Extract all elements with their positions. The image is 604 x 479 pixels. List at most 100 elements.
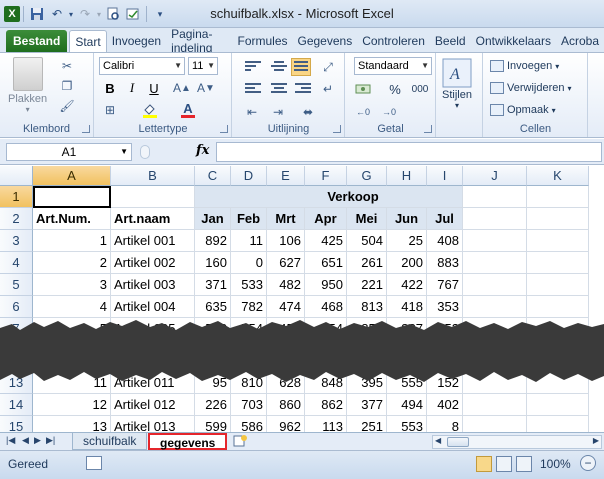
data-cell[interactable]: 402 [427, 394, 463, 416]
data-cell[interactable]: 418 [387, 296, 427, 318]
tab-insert[interactable]: Invoegen [107, 30, 166, 52]
row-header-5[interactable]: 5 [0, 274, 33, 296]
data-cell[interactable]: Artikel 012 [111, 394, 195, 416]
data-cell[interactable]: 892 [195, 230, 231, 252]
tab-formulas[interactable]: Formules [232, 30, 292, 52]
italic-button[interactable]: I [123, 79, 141, 97]
borders-icon[interactable]: ⊞ [101, 101, 119, 119]
tab-review[interactable]: Controleren [357, 30, 430, 52]
data-cell-blank-j[interactable] [463, 394, 527, 416]
format-cells-button[interactable]: Opmaak ▾ [490, 101, 556, 119]
row-header-6[interactable]: 6 [0, 296, 33, 318]
row-header-15[interactable]: 15 [0, 416, 33, 432]
cell-r1-j[interactable] [463, 186, 527, 208]
horizontal-scrollbar[interactable]: ◀ ▶ [432, 435, 602, 449]
grow-font-icon[interactable]: A ▲ [173, 79, 191, 97]
data-cell[interactable]: 860 [267, 394, 305, 416]
data-cell[interactable]: 0 [231, 252, 267, 274]
header-cell-mei[interactable]: Mei [347, 208, 387, 230]
column-header-e[interactable]: E [267, 166, 305, 186]
data-cell-blank-j[interactable] [463, 416, 527, 432]
cell-r2-k[interactable] [527, 208, 589, 230]
scroll-left-icon[interactable]: ◀ [435, 436, 441, 445]
data-cell[interactable]: 962 [267, 416, 305, 432]
data-cell[interactable]: 553 [387, 416, 427, 432]
row-header-14[interactable]: 14 [0, 394, 33, 416]
formula-input[interactable] [216, 142, 602, 162]
font-name-select[interactable]: Calibri ▼ [99, 57, 185, 75]
macro-record-icon[interactable] [86, 456, 102, 470]
align-center-icon[interactable] [271, 83, 287, 95]
header-cell-jul[interactable]: Jul [427, 208, 463, 230]
cell-b1[interactable] [111, 186, 195, 208]
data-cell[interactable]: 1 [33, 230, 111, 252]
number-launcher-icon[interactable] [424, 125, 432, 133]
fill-color-icon[interactable] [141, 101, 159, 119]
page-layout-view-icon[interactable] [496, 456, 512, 472]
header-cell-jun[interactable]: Jun [387, 208, 427, 230]
zoom-out-button[interactable]: − [580, 455, 596, 471]
data-cell[interactable]: 160 [195, 252, 231, 274]
insert-function-button[interactable]: fx [196, 143, 209, 158]
data-cell[interactable]: 371 [195, 274, 231, 296]
merge-center-icon[interactable]: ⬌ [299, 103, 317, 121]
insert-cells-button[interactable]: Invoegen ▾ [490, 57, 559, 75]
zoom-level[interactable]: 100% [540, 457, 571, 471]
wrap-text-icon[interactable]: ↵ [319, 80, 337, 98]
select-all-button[interactable] [0, 166, 33, 186]
previous-sheet-icon[interactable]: ◀ [22, 435, 29, 446]
orientation-icon[interactable]: ⤢ [319, 58, 337, 76]
data-cell[interactable]: 883 [427, 252, 463, 274]
data-cell[interactable]: 2 [33, 252, 111, 274]
tab-developer[interactable]: Ontwikkelaars [471, 30, 556, 52]
alignment-launcher-icon[interactable] [333, 125, 341, 133]
thousands-separator-button[interactable]: 000 [408, 80, 432, 98]
underline-button[interactable]: U [145, 79, 163, 97]
format-painter-icon[interactable]: 🖌 [58, 97, 76, 115]
data-cell[interactable]: 113 [305, 416, 347, 432]
tab-data[interactable]: Gegevens [293, 30, 358, 52]
font-launcher-icon[interactable] [220, 125, 228, 133]
header-cell-artnum[interactable]: Art.Num. [33, 208, 111, 230]
align-bottom-icon[interactable] [291, 58, 311, 76]
cut-icon[interactable]: ✂ [58, 57, 76, 75]
data-cell[interactable]: 422 [387, 274, 427, 296]
data-cell[interactable]: 11 [231, 230, 267, 252]
data-cell[interactable]: 408 [427, 230, 463, 252]
tab-page-layout[interactable]: Pagina-indeling [166, 27, 232, 55]
row-header-4[interactable]: 4 [0, 252, 33, 274]
data-cell[interactable]: 261 [347, 252, 387, 274]
data-cell-blank-j[interactable] [463, 252, 527, 274]
column-header-k[interactable]: K [527, 166, 589, 186]
data-cell[interactable]: 494 [387, 394, 427, 416]
sheet-tab-schuifbalk[interactable]: schuifbalk [72, 433, 148, 450]
column-header-g[interactable]: G [347, 166, 387, 186]
header-cell-jan[interactable]: Jan [195, 208, 231, 230]
header-cell-mrt[interactable]: Mrt [267, 208, 305, 230]
column-header-i[interactable]: I [427, 166, 463, 186]
data-cell[interactable]: 251 [347, 416, 387, 432]
data-cell[interactable]: Artikel 003 [111, 274, 195, 296]
data-cell[interactable]: 782 [231, 296, 267, 318]
row-header-2[interactable]: 2 [0, 208, 33, 230]
data-cell[interactable]: 226 [195, 394, 231, 416]
column-header-d[interactable]: D [231, 166, 267, 186]
data-cell[interactable]: Artikel 004 [111, 296, 195, 318]
column-header-a[interactable]: A [33, 166, 111, 186]
data-cell[interactable]: 4 [33, 296, 111, 318]
data-cell[interactable]: 425 [305, 230, 347, 252]
copy-icon[interactable]: ❐ [58, 77, 76, 95]
data-cell-blank-j[interactable] [463, 230, 527, 252]
tab-view[interactable]: Beeld [430, 30, 471, 52]
data-cell[interactable]: 482 [267, 274, 305, 296]
sheet-tab-gegevens[interactable]: gegevens [148, 433, 228, 450]
data-cell[interactable]: 767 [427, 274, 463, 296]
data-cell[interactable]: 13 [33, 416, 111, 432]
tab-home[interactable]: Start [69, 30, 107, 52]
font-size-select[interactable]: 11 ▼ [188, 57, 218, 75]
data-cell[interactable]: 586 [231, 416, 267, 432]
percent-button[interactable]: % [386, 80, 404, 98]
scroll-right-icon[interactable]: ▶ [593, 436, 599, 445]
data-cell[interactable]: 599 [195, 416, 231, 432]
column-header-b[interactable]: B [111, 166, 195, 186]
